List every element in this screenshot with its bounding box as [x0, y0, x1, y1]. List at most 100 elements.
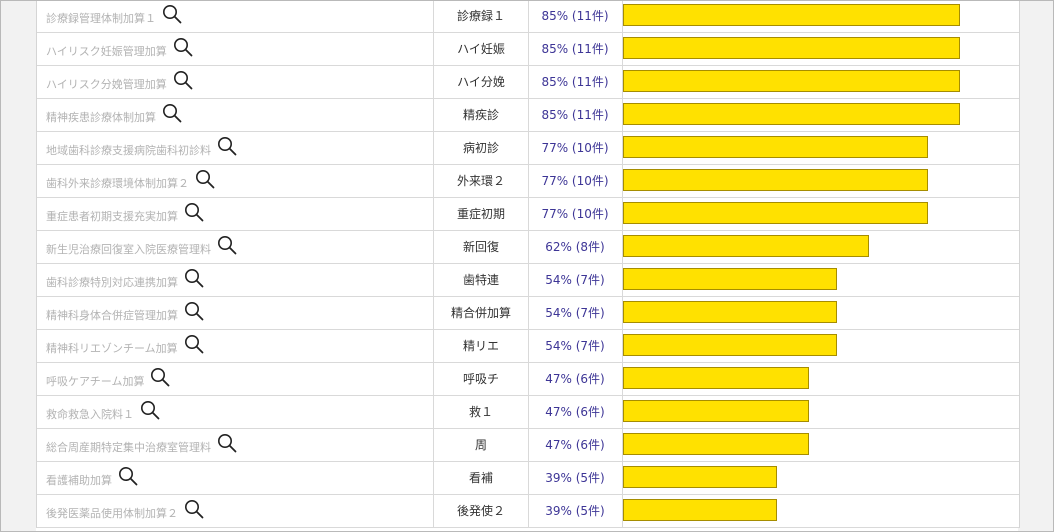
item-percentage: 39% (5件) [545, 471, 605, 485]
name-cell: 新生児治療回復室入院医療管理料 [37, 231, 433, 263]
item-name-label: ハイリスク分娩管理加算 [46, 77, 167, 91]
search-icon[interactable] [217, 136, 237, 159]
item-name-link[interactable]: 後発医薬品使用体制加算２ [46, 500, 204, 522]
item-abbreviation: 救１ [468, 405, 493, 419]
item-name-link[interactable]: 看護補助加算 [46, 467, 138, 489]
progress-bar [623, 4, 960, 26]
item-percentage: 47% (6件) [545, 372, 605, 386]
name-cell: 重症患者初期支援充実加算 [37, 198, 433, 230]
search-icon[interactable] [184, 202, 204, 225]
name-cell: 精神科身体合併症管理加算 [37, 297, 433, 329]
item-name-label: 精神科リエゾンチーム加算 [46, 341, 178, 355]
search-icon[interactable] [118, 466, 138, 489]
percent-cell: 62% (8件) [528, 231, 623, 263]
name-cell: 救命救急入院料１ [37, 396, 433, 428]
item-name-link[interactable]: 救命救急入院料１ [46, 401, 160, 423]
bar-cell [623, 495, 1019, 527]
item-name-link[interactable]: 呼吸ケアチーム加算 [46, 368, 170, 390]
item-name-label: 重症患者初期支援充実加算 [46, 209, 178, 223]
item-name-label: 後発医薬品使用体制加算２ [46, 506, 178, 520]
search-icon[interactable] [173, 70, 193, 93]
table-row: 精神科身体合併症管理加算 精合併加算 54% (7件) [37, 297, 1019, 330]
name-cell: 後発医薬品使用体制加算２ [37, 495, 433, 527]
search-icon[interactable] [173, 37, 193, 60]
progress-bar [623, 103, 960, 125]
abbr-cell: 後発使２ [433, 495, 529, 527]
name-cell: 精神疾患診療体制加算 [37, 99, 433, 131]
left-gutter [1, 1, 36, 531]
item-name-link[interactable]: ハイリスク分娩管理加算 [46, 71, 193, 93]
bar-cell [623, 363, 1019, 395]
search-icon[interactable] [184, 268, 204, 291]
search-icon[interactable] [150, 367, 170, 390]
table-row: 地域歯科診療支援病院歯科初診料 病初診 77% (10件) [37, 132, 1019, 165]
search-icon[interactable] [217, 433, 237, 456]
table-row: ハイリスク分娩管理加算 ハイ分娩 85% (11件) [37, 66, 1019, 99]
bar-cell [623, 1, 1019, 32]
item-name-label: 地域歯科診療支援病院歯科初診料 [46, 143, 211, 157]
progress-bar [623, 169, 928, 191]
abbr-cell: 救１ [433, 396, 529, 428]
search-icon[interactable] [184, 334, 204, 357]
search-icon[interactable] [184, 499, 204, 522]
item-abbreviation: 重症初期 [456, 207, 505, 221]
table-row: 重症患者初期支援充実加算 重症初期 77% (10件) [37, 198, 1019, 231]
table-row: 救命救急入院料１ 救１ 47% (6件) [37, 396, 1019, 429]
item-abbreviation: 精疾診 [462, 108, 499, 122]
progress-bar [623, 70, 960, 92]
item-name-link[interactable]: 精神疾患診療体制加算 [46, 104, 182, 126]
search-icon[interactable] [140, 400, 160, 423]
percent-cell: 77% (10件) [528, 165, 623, 197]
bar-cell [623, 297, 1019, 329]
item-name-link[interactable]: 精神科リエゾンチーム加算 [46, 335, 204, 357]
item-name-label: 救命救急入院料１ [46, 407, 134, 421]
item-percentage: 39% (5件) [545, 504, 605, 518]
progress-bar [623, 499, 777, 521]
bar-cell [623, 165, 1019, 197]
abbr-cell: 外来環２ [433, 165, 529, 197]
percent-cell: 85% (11件) [528, 1, 623, 32]
item-name-link[interactable]: 地域歯科診療支援病院歯科初診料 [46, 137, 237, 159]
name-cell: 地域歯科診療支援病院歯科初診料 [37, 132, 433, 164]
bar-cell [623, 264, 1019, 296]
item-name-link[interactable]: 歯科診療特別対応連携加算 [46, 269, 204, 291]
percent-cell: 54% (7件) [528, 297, 623, 329]
item-percentage: 77% (10件) [541, 141, 609, 155]
item-name-link[interactable]: 精神科身体合併症管理加算 [46, 302, 204, 324]
item-name-link[interactable]: 新生児治療回復室入院医療管理料 [46, 236, 237, 258]
name-cell: 精神科リエゾンチーム加算 [37, 330, 433, 362]
percent-cell: 54% (7件) [528, 330, 623, 362]
table-row: 診療録管理体制加算１ 診療録１ 85% (11件) [37, 1, 1019, 33]
abbr-cell: 重症初期 [433, 198, 529, 230]
search-icon[interactable] [217, 235, 237, 258]
item-name-label: 呼吸ケアチーム加算 [46, 374, 145, 388]
search-icon[interactable] [162, 103, 182, 126]
abbr-cell: 精疾診 [433, 99, 529, 131]
item-name-link[interactable]: 総合周産期特定集中治療室管理料 [46, 434, 237, 456]
item-name-link[interactable]: 歯科外来診療環境体制加算２ [46, 170, 215, 192]
item-name-link[interactable]: 診療録管理体制加算１ [46, 5, 182, 27]
search-icon[interactable] [184, 301, 204, 324]
item-abbreviation: 精リエ [462, 339, 499, 353]
name-cell: 総合周産期特定集中治療室管理料 [37, 429, 433, 461]
right-gutter [1018, 1, 1053, 531]
bar-cell [623, 33, 1019, 65]
item-percentage: 47% (6件) [545, 438, 605, 452]
progress-bar [623, 334, 837, 356]
bar-cell [623, 99, 1019, 131]
name-cell: 呼吸ケアチーム加算 [37, 363, 433, 395]
abbr-cell: 周 [433, 429, 529, 461]
bar-cell [623, 198, 1019, 230]
abbr-cell: 新回復 [433, 231, 529, 263]
search-icon[interactable] [195, 169, 215, 192]
item-name-label: 歯科診療特別対応連携加算 [46, 275, 178, 289]
name-cell: 看護補助加算 [37, 462, 433, 494]
item-abbreviation: 外来環２ [456, 174, 505, 188]
item-name-link[interactable]: ハイリスク妊娠管理加算 [46, 38, 193, 60]
item-percentage: 85% (11件) [541, 9, 609, 23]
item-name-label: 精神科身体合併症管理加算 [46, 308, 178, 322]
bar-cell [623, 396, 1019, 428]
search-icon[interactable] [162, 4, 182, 27]
item-name-link[interactable]: 重症患者初期支援充実加算 [46, 203, 204, 225]
percent-cell: 47% (6件) [528, 363, 623, 395]
